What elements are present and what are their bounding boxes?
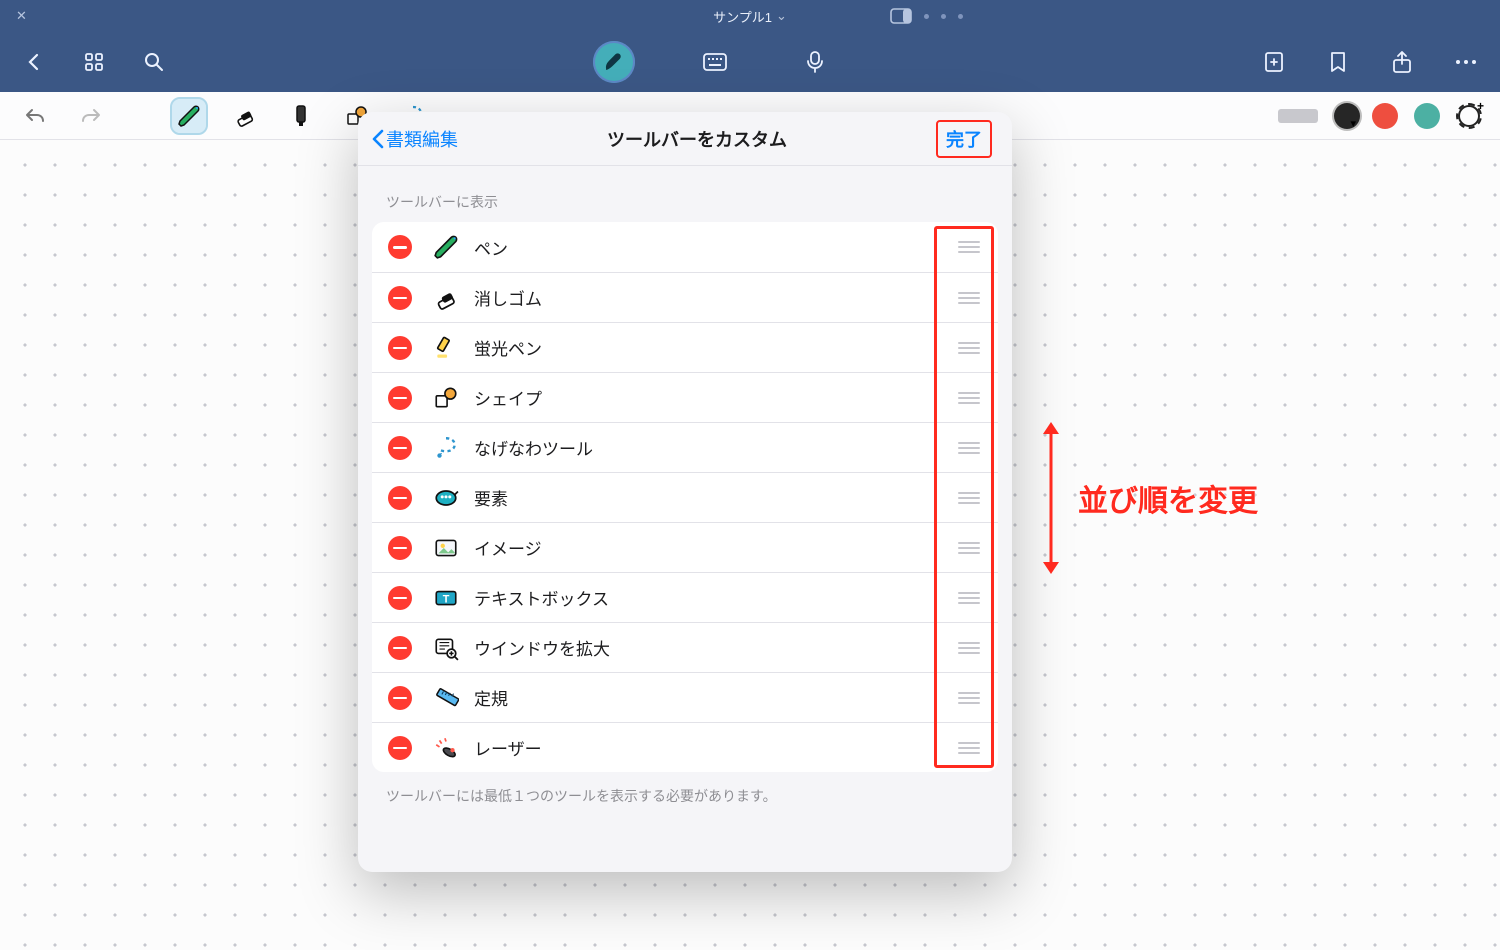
indicator-dot (958, 14, 963, 19)
color-swatch-black[interactable] (1334, 103, 1360, 129)
image-icon (432, 534, 460, 562)
done-button[interactable]: 完了 (936, 120, 992, 158)
drag-handle[interactable] (956, 536, 982, 560)
laser-icon (432, 734, 460, 762)
tool-row: ウインドウを拡大 (372, 622, 998, 672)
drag-handle[interactable] (956, 386, 982, 410)
modal-title: ツールバーをカスタム (458, 126, 936, 152)
highlighter-icon (432, 334, 460, 362)
title-caret-icon[interactable]: ⌄ (776, 8, 787, 24)
zoomwin-icon (432, 634, 460, 662)
tool-pen[interactable] (172, 99, 206, 133)
tool-row: テキストボックス (372, 572, 998, 622)
tool-row: なげなわツール (372, 422, 998, 472)
back-button[interactable]: 書類編集 (370, 126, 458, 152)
apps-button[interactable] (74, 42, 114, 82)
remove-button[interactable] (388, 736, 412, 760)
remove-button[interactable] (388, 436, 412, 460)
textbox-icon (432, 584, 460, 612)
search-button[interactable] (134, 42, 174, 82)
tool-row-label: シェイプ (474, 385, 542, 410)
list-footnote: ツールバーには最低１つのツールを表示する必要があります。 (358, 772, 1012, 820)
tool-row: レーザー (372, 722, 998, 772)
tool-row-label: ウインドウを拡大 (474, 635, 610, 660)
lasso-icon (432, 434, 460, 462)
drag-handle[interactable] (956, 286, 982, 310)
remove-button[interactable] (388, 686, 412, 710)
pen-icon (432, 233, 460, 261)
pen-mode-chip[interactable] (593, 41, 635, 83)
modal-header: 書類編集 ツールバーをカスタム 完了 (358, 112, 1012, 166)
tool-row: ペン (372, 222, 998, 272)
window-titlebar: ✕ サンプル1 ⌄ (0, 0, 1500, 32)
drag-handle[interactable] (956, 436, 982, 460)
section-header: ツールバーに表示 (358, 166, 1012, 222)
tool-eraser[interactable] (228, 99, 262, 133)
annotation-text: 並び順を変更 (1078, 476, 1258, 520)
shape-icon (432, 384, 460, 412)
ruler-icon (432, 684, 460, 712)
drag-handle[interactable] (956, 636, 982, 660)
color-swatch-teal[interactable] (1414, 103, 1440, 129)
element-icon (432, 484, 460, 512)
drag-handle[interactable] (956, 486, 982, 510)
indicator-dot (941, 14, 946, 19)
drag-handle[interactable] (956, 586, 982, 610)
remove-button[interactable] (388, 636, 412, 660)
tool-row: 要素 (372, 472, 998, 522)
tool-row-label: なげなわツール (474, 435, 593, 460)
more-button[interactable] (1446, 42, 1486, 82)
close-button[interactable]: ✕ (16, 8, 27, 24)
remove-button[interactable] (388, 486, 412, 510)
drag-handle[interactable] (956, 336, 982, 360)
drag-handle[interactable] (956, 736, 982, 760)
tool-row-label: 定規 (474, 685, 508, 710)
tool-row-label: レーザー (474, 735, 542, 760)
document-title[interactable]: サンプル1 (713, 7, 772, 26)
tool-row: 蛍光ペン (372, 322, 998, 372)
tool-row: シェイプ (372, 372, 998, 422)
redo-button[interactable] (74, 99, 108, 133)
tool-list: ペン消しゴム蛍光ペンシェイプなげなわツール要素イメージテキストボックスウインドウ… (372, 222, 998, 772)
customize-toolbar-modal: 書類編集 ツールバーをカスタム 完了 ツールバーに表示 ペン消しゴム蛍光ペンシェ… (358, 112, 1012, 872)
add-color-button[interactable] (1456, 103, 1482, 129)
color-swatch-red[interactable] (1372, 103, 1398, 129)
eraser-icon (432, 284, 460, 312)
remove-button[interactable] (388, 586, 412, 610)
tool-row-label: 消しゴム (474, 285, 542, 310)
bookmark-button[interactable] (1318, 42, 1358, 82)
remove-button[interactable] (388, 235, 412, 259)
keyboard-button[interactable] (695, 42, 735, 82)
back-button[interactable] (14, 42, 54, 82)
tool-row-label: ペン (474, 235, 508, 260)
microphone-button[interactable] (795, 42, 835, 82)
remove-button[interactable] (388, 536, 412, 560)
remove-button[interactable] (388, 336, 412, 360)
drag-handle[interactable] (956, 235, 982, 259)
indicator-dot (924, 14, 929, 19)
tool-row-label: イメージ (474, 535, 542, 560)
tool-row-label: 要素 (474, 485, 508, 510)
tool-row-label: テキストボックス (474, 585, 609, 610)
tool-row-label: 蛍光ペン (474, 335, 542, 360)
color-menu-caret-icon[interactable]: ▾ (1350, 117, 1356, 130)
add-page-button[interactable] (1254, 42, 1294, 82)
annotation: 並び順を変更 (1040, 418, 1258, 578)
split-view-icon[interactable] (890, 8, 912, 24)
tool-row: 定規 (372, 672, 998, 722)
main-toolbar (0, 32, 1500, 92)
double-arrow-icon (1040, 418, 1062, 578)
drag-handle[interactable] (956, 686, 982, 710)
tool-row: 消しゴム (372, 272, 998, 322)
share-button[interactable] (1382, 42, 1422, 82)
remove-button[interactable] (388, 386, 412, 410)
back-label: 書類編集 (386, 126, 458, 152)
tool-row: イメージ (372, 522, 998, 572)
undo-button[interactable] (18, 99, 52, 133)
stroke-width-control[interactable] (1278, 109, 1318, 123)
tool-highlighter[interactable] (284, 99, 318, 133)
remove-button[interactable] (388, 286, 412, 310)
